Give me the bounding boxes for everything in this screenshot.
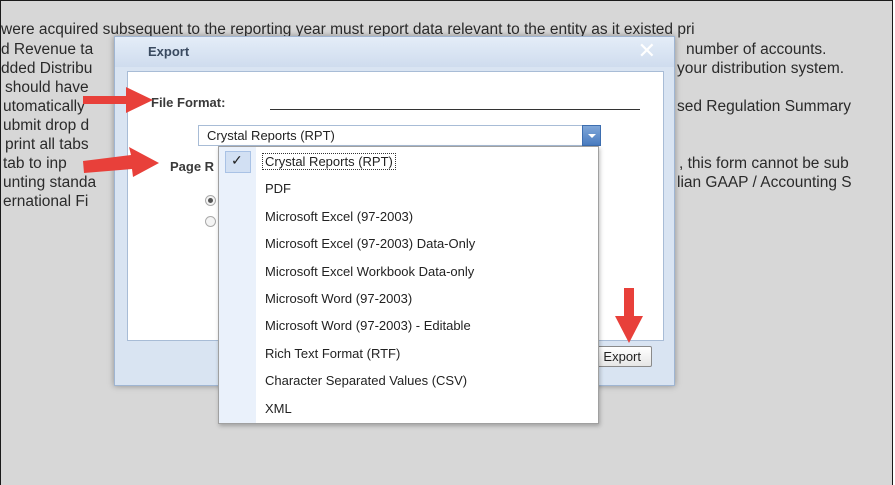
arrow-icon (615, 288, 643, 343)
arrow-icon (83, 87, 153, 113)
page-range-all-radio[interactable] (205, 195, 216, 206)
dropdown-option[interactable]: Character Separated Values (CSV) (219, 367, 598, 394)
dropdown-option[interactable]: Microsoft Excel Workbook Data-only (219, 258, 598, 285)
bg-text-line-right: your distribution system. (677, 60, 845, 77)
file-format-select[interactable]: Crystal Reports (RPT) (198, 125, 601, 146)
dropdown-option-label: Microsoft Word (97-2003) (265, 291, 413, 306)
file-format-label: File Format: (151, 95, 226, 110)
file-format-dropdown-list: ✓ Crystal Reports (RPT) PDF Microsoft Excel… (218, 146, 599, 424)
bg-text-line: dded Distribu (1, 60, 93, 77)
dropdown-option[interactable]: Microsoft Word (97-2003) - Editable (219, 312, 598, 339)
page-background: were acquired subsequent to the reportin… (0, 0, 893, 485)
bg-text-line-right: , this form cannot be sub (679, 155, 849, 172)
bg-text-line: tab to inp (3, 155, 67, 172)
dropdown-option-label: Microsoft Excel (97-2003) (265, 208, 414, 224)
file-format-selected-value: Crystal Reports (RPT) (207, 128, 335, 143)
bg-text-line-right: number of accounts. (686, 41, 827, 58)
dropdown-option[interactable]: PDF (219, 175, 598, 202)
bg-text-line: should have (5, 79, 89, 96)
dropdown-option[interactable]: Rich Text Format (RTF) (219, 340, 598, 367)
page-range-label: Page R (170, 159, 215, 174)
file-format-divider (270, 109, 640, 110)
dropdown-option-label: Microsoft Word (97-2003) - Editable (265, 318, 471, 334)
dropdown-option[interactable]: Microsoft Excel (97-2003) Data-Only (219, 230, 598, 257)
chevron-down-icon[interactable] (582, 125, 601, 146)
dropdown-option-label: Microsoft Excel (97-2003) Data-Only (265, 236, 476, 252)
close-icon[interactable]: ✕ (638, 38, 656, 64)
bg-text-line: utomatically (3, 98, 85, 115)
dropdown-option-label: Microsoft Excel Workbook Data-only (265, 263, 475, 279)
dropdown-option[interactable]: ✓ Crystal Reports (RPT) (219, 148, 598, 175)
dropdown-option-label: PDF (265, 181, 291, 197)
dropdown-option-label: Crystal Reports (RPT) (262, 153, 396, 170)
bg-text-line: print all tabs (5, 136, 89, 153)
bg-text-line-right: sed Regulation Summary (677, 98, 852, 115)
dropdown-option-label: Character Separated Values (CSV) (265, 373, 468, 389)
arrow-icon (83, 147, 159, 177)
check-icon: ✓ (231, 152, 243, 168)
bg-text-line: d Revenue ta (1, 41, 94, 58)
bg-text-line-right: lian GAAP / Accounting S (677, 174, 852, 191)
dialog-title: Export (148, 44, 190, 59)
dropdown-option[interactable]: Microsoft Word (97-2003) (219, 285, 598, 312)
dropdown-option-label: XML (265, 400, 292, 416)
bg-text-line: ubmit drop d (3, 117, 90, 134)
dialog-header: Export ✕ (115, 37, 674, 67)
dropdown-option[interactable]: XML (219, 395, 598, 422)
bg-text-line: ernational Fi (3, 193, 89, 210)
dropdown-option[interactable]: Microsoft Excel (97-2003) (219, 203, 598, 230)
page-range-pages-radio[interactable] (205, 216, 216, 227)
dropdown-option-label: Rich Text Format (RTF) (265, 345, 401, 361)
